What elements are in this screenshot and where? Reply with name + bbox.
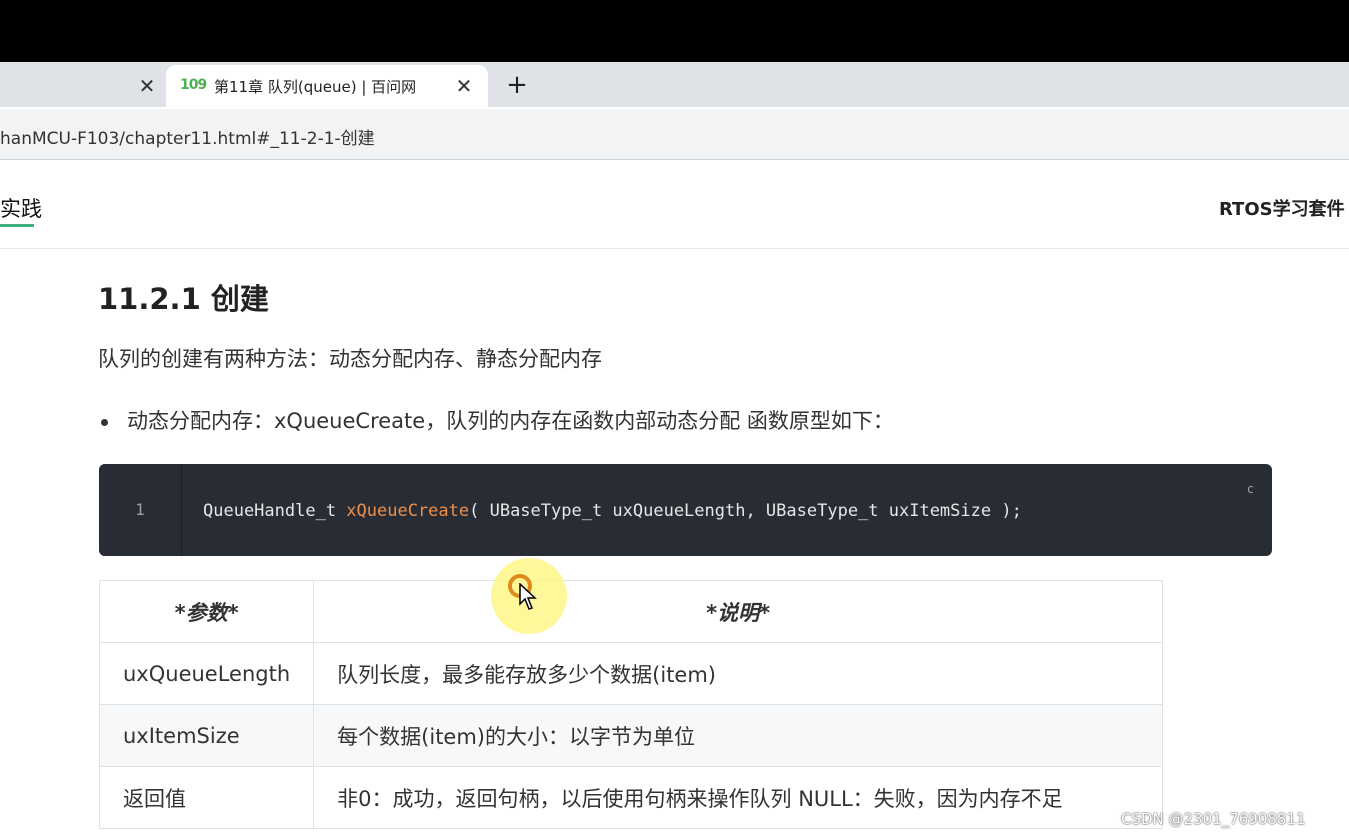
table-row: uxItemSize 每个数据(item)的大小：以字节为单位 <box>98 704 1163 767</box>
close-icon[interactable]: ✕ <box>454 76 474 96</box>
parameter-table: *参数* *说明* uxQueueLength 队列长度，最多能存放多少个数据(… <box>98 580 1163 829</box>
code-function-name: xQueueCreate <box>346 501 470 521</box>
table-row: uxQueueLength 队列长度，最多能存放多少个数据(item) <box>98 642 1163 705</box>
line-number: 1 <box>135 500 145 519</box>
code-gutter: 1 <box>99 464 182 556</box>
header-description: *说明* <box>313 580 1163 643</box>
mouse-pointer-icon <box>519 583 537 610</box>
tab-inactive[interactable]: ✕ <box>0 62 166 107</box>
new-tab-button[interactable]: + <box>504 70 530 100</box>
code-language-label: c <box>1246 482 1254 496</box>
site-navbar <box>0 164 1349 249</box>
close-icon[interactable]: ✕ <box>137 76 157 96</box>
csdn-watermark: CSDN @2301_76908811 <box>1121 810 1306 828</box>
param-description: 每个数据(item)的大小：以字节为单位 <box>313 704 1163 767</box>
nav-link-rtos-kit[interactable]: RTOS学习套件 <box>1219 195 1345 221</box>
url-text[interactable]: hanMCU-F103/chapter11.html#_11-2-1-创建 <box>0 124 375 149</box>
param-description: 非0：成功，返回句柄，以后使用句柄来操作队列 NULL：失败，因为内存不足 <box>313 766 1163 829</box>
code-line: QueueHandle_t xQueueCreate( UBaseType_t … <box>203 501 1022 521</box>
code-type: QueueHandle_t <box>203 501 347 521</box>
nav-active-underline <box>0 224 34 227</box>
param-description: 队列长度，最多能存放多少个数据(item) <box>313 642 1163 705</box>
divider <box>0 159 1349 160</box>
tab-active[interactable]: 109 第11章 队列(queue) | 百问网 ✕ <box>166 65 488 109</box>
nav-link-practice[interactable]: 实践 <box>0 193 42 223</box>
tab-title: 第11章 队列(queue) | 百问网 <box>214 78 417 96</box>
param-name: uxItemSize <box>98 704 315 767</box>
intro-paragraph: 队列的创建有两种方法：动态分配内存、静态分配内存 <box>98 347 602 371</box>
site-favicon-icon: 109 <box>180 77 207 93</box>
section-heading: 11.2.1 创建 <box>98 282 269 316</box>
table-header-row: *参数* *说明* <box>98 580 1163 643</box>
param-name: uxQueueLength <box>98 642 315 705</box>
code-params: ( UBaseType_t uxQueueLength, UBaseType_t… <box>469 501 1022 521</box>
bullet-text: 动态分配内存：xQueueCreate，队列的内存在函数内部动态分配 函数原型如… <box>127 409 894 433</box>
table-row: 返回值 非0：成功，返回句柄，以后使用句柄来操作队列 NULL：失败，因为内存不… <box>98 766 1163 829</box>
header-param: *参数* <box>98 580 315 643</box>
bullet-icon <box>101 419 108 426</box>
screen-top-black-bar <box>0 0 1349 62</box>
param-name: 返回值 <box>98 766 315 829</box>
code-block: 1 QueueHandle_t xQueueCreate( UBaseType_… <box>99 464 1272 556</box>
